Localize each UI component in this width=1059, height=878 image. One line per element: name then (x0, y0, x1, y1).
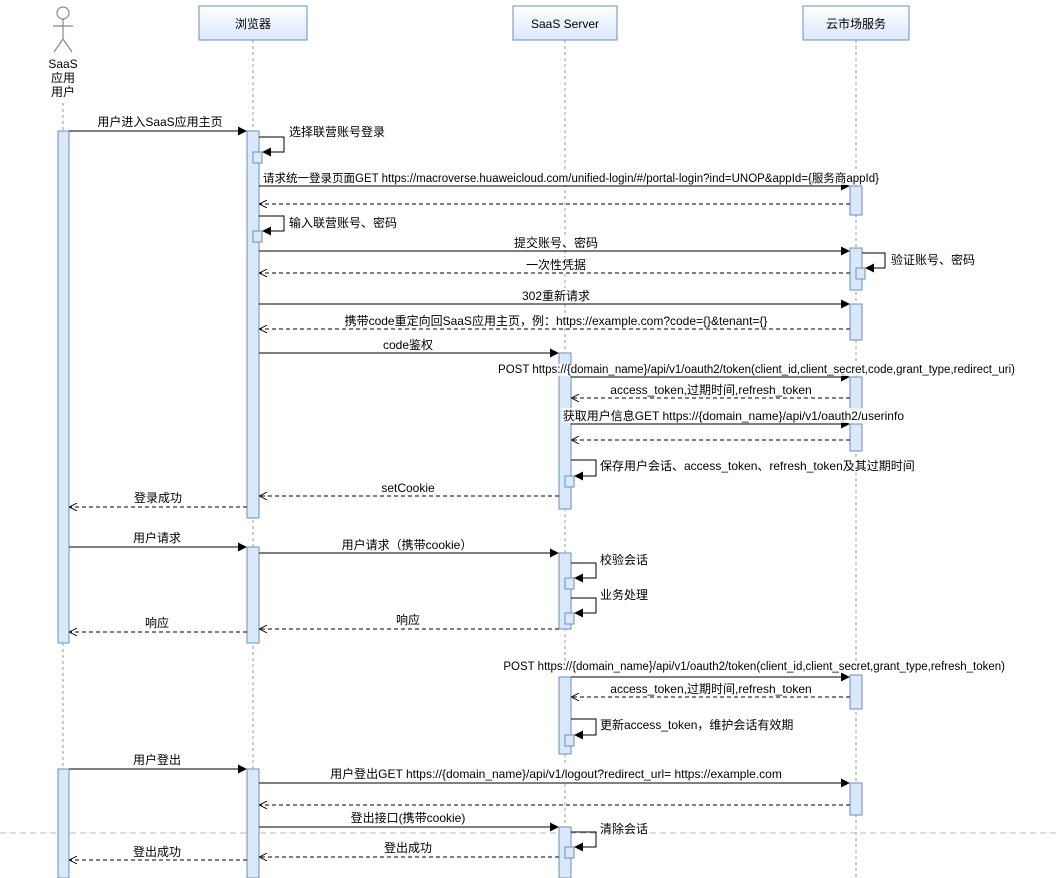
server-nested-3 (564, 612, 575, 625)
label-m13: 获取用户信息GET https://{domain_name}/api/v1/o… (563, 408, 905, 423)
label-m7: 一次性凭据 (526, 257, 586, 272)
cloud-activation-4 (849, 376, 863, 410)
cloud-activation-7 (849, 782, 863, 816)
label-m28: 登出接口(携带cookie) (351, 810, 466, 825)
label-m5: 提交账号、密码 (514, 235, 598, 250)
arrow-m25 (571, 718, 597, 740)
sequence-diagram: SaaS 应用 用户 浏览器 SaaS Server 云市场服务 用户进入Saa… (0, 5, 1059, 878)
server-nested-5 (564, 846, 575, 859)
label-m15: setCookie (381, 481, 435, 495)
actor-label-line2: 应用 (51, 70, 75, 85)
browser-activation-1 (246, 130, 260, 519)
message-labels: 用户进入SaaS应用主页 选择联营账号登录 请求统一登录页面GET https:… (96, 114, 1017, 859)
actor-head (56, 6, 70, 20)
label-m8: 302重新请求 (522, 288, 590, 303)
cloud-activation-1 (849, 185, 863, 216)
label-m11: POST https://{domain_name}/api/v1/oauth2… (498, 364, 1015, 376)
arrow-m4 (259, 215, 285, 236)
label-m3: 请求统一登录页面GET https://macroverse.huaweiclo… (263, 171, 879, 185)
browser-header-label: 浏览器 (235, 16, 271, 31)
server-header-label: SaaS Server (531, 17, 599, 31)
label-m18: 用户请求（携带cookie） (342, 537, 473, 552)
browser-activation-3 (246, 768, 260, 878)
label-m12: access_token,过期时间,refresh_token (610, 383, 811, 397)
browser-nested-1 (252, 151, 263, 164)
arrow-m19 (571, 562, 597, 583)
cloud-nested-1 (855, 267, 866, 280)
label-m23: POST https://{domain_name}/api/v1/oauth2… (503, 661, 1005, 673)
label-m14: 保存用户会话、access_token、refresh_token及其过期时间 (600, 458, 915, 473)
actor-activation-2 (57, 768, 70, 878)
label-m30: 登出成功 (384, 840, 432, 855)
server-nested-1 (564, 475, 575, 488)
label-m4: 输入联营账号、密码 (289, 215, 397, 230)
server-nested-4 (564, 734, 575, 747)
cloud-header-label: 云市场服务 (826, 16, 886, 31)
browser-nested-2 (252, 230, 263, 243)
label-m29: 清除会话 (600, 821, 648, 836)
server-nested-2 (564, 577, 575, 590)
label-m1: 用户进入SaaS应用主页 (97, 114, 222, 129)
cloud-activation-5 (849, 423, 863, 452)
cloud-activation-3 (849, 303, 863, 341)
label-m10: code鉴权 (383, 338, 433, 352)
arrow-m20 (571, 597, 597, 618)
message-arrows (69, 126, 886, 860)
arrow-m29 (571, 831, 597, 852)
label-m16: 登录成功 (134, 490, 182, 505)
label-m26: 用户登出 (133, 752, 181, 767)
actor-user (53, 6, 73, 53)
label-m19: 校验会话 (600, 552, 648, 567)
arrow-m2 (259, 136, 285, 157)
label-m27: 用户登出GET https://{domain_name}/api/v1/log… (330, 766, 782, 781)
arrow-m14 (571, 459, 597, 481)
label-m25: 更新access_token，维护会话有效期 (600, 717, 793, 732)
label-m22: 响应 (145, 615, 169, 630)
label-m9: 携带code重定向回SaaS应用主页，例：https://example.com… (345, 313, 768, 328)
actor-label-line3: 用户 (51, 84, 75, 99)
label-m6: 验证账号、密码 (891, 252, 975, 267)
label-m2: 选择联营账号登录 (289, 124, 385, 139)
label-m20: 业务处理 (600, 587, 648, 602)
browser-activation-2 (246, 546, 260, 644)
actor-label-line1: SaaS (48, 57, 77, 71)
actor-activation-1 (57, 130, 70, 644)
label-m24: access_token,过期时间,refresh_token (610, 682, 811, 696)
arrow-m6 (862, 252, 886, 273)
label-m31: 登出成功 (133, 844, 181, 859)
cloud-activation-6 (849, 674, 863, 710)
label-m17: 用户请求 (133, 530, 181, 545)
label-m21: 响应 (396, 612, 420, 627)
